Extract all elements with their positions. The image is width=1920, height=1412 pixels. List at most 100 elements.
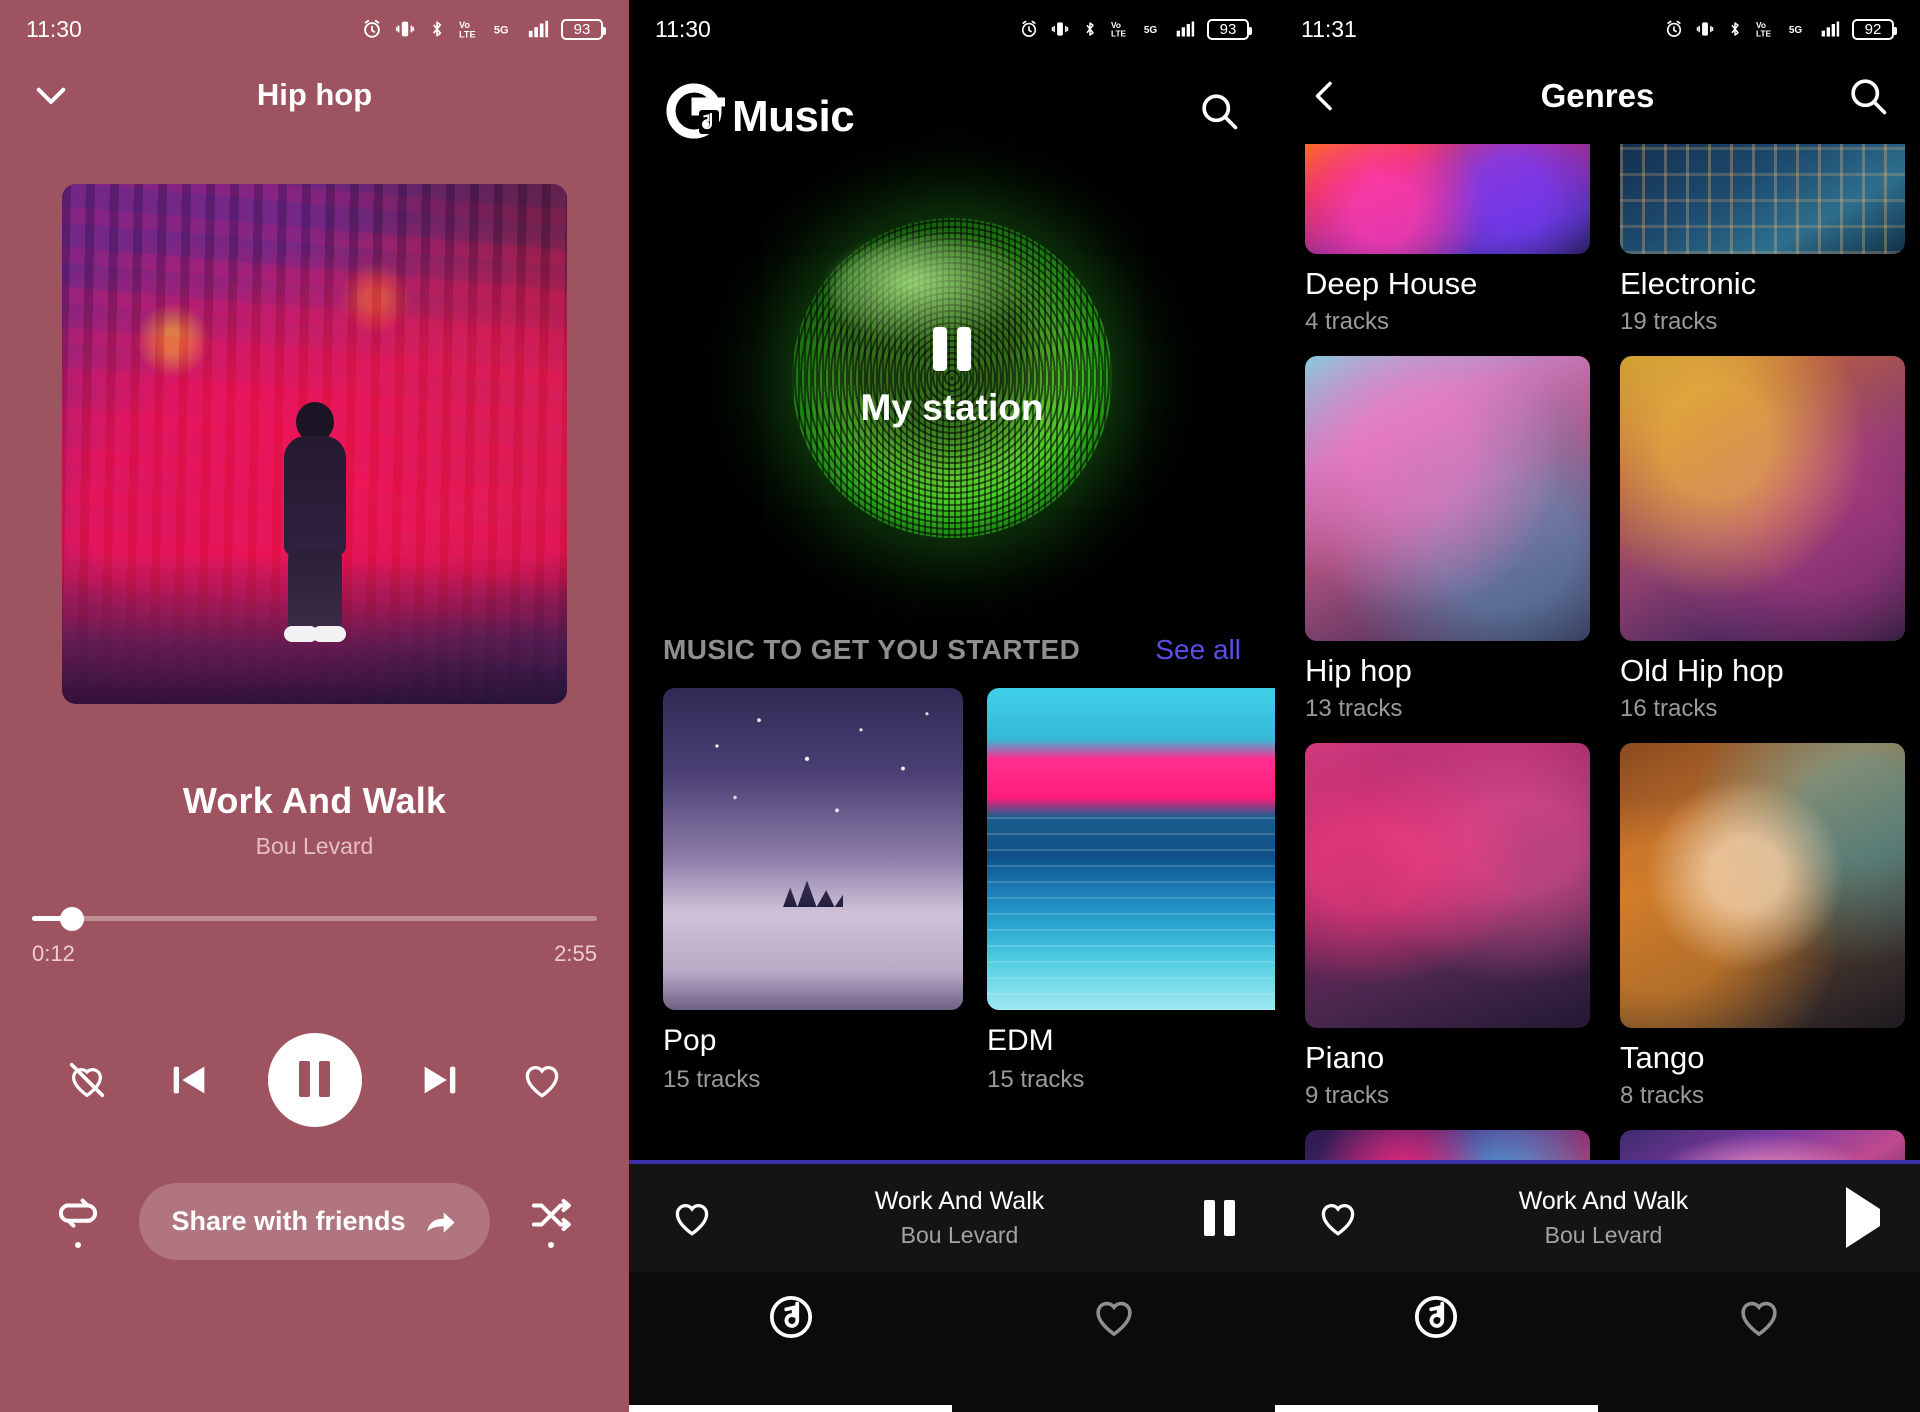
genre-card-subtitle: 13 tracks bbox=[1305, 695, 1403, 722]
pause-icon[interactable] bbox=[629, 327, 1275, 371]
album-art-figure bbox=[276, 402, 354, 652]
alarm-icon bbox=[1664, 19, 1684, 39]
nav-item-favorites[interactable] bbox=[952, 1292, 1275, 1342]
genre-card-subtitle: 9 tracks bbox=[1305, 1082, 1390, 1109]
total-time: 2:55 bbox=[554, 941, 597, 966]
share-button[interactable]: Share with friends bbox=[139, 1183, 490, 1260]
nav-item-favorites[interactable] bbox=[1598, 1292, 1920, 1342]
seek-bar-handle[interactable] bbox=[59, 906, 84, 931]
share-button-label: Share with friends bbox=[171, 1206, 406, 1236]
g-music-logo-icon bbox=[663, 80, 725, 142]
svg-text:5G: 5G bbox=[1144, 25, 1158, 36]
heart-outline-icon bbox=[519, 1057, 565, 1103]
my-station-card[interactable]: My station bbox=[629, 148, 1275, 608]
now-playing-screen: 11:30 Vo LTE 5G 93 Hip hop Work And Walk… bbox=[0, 0, 629, 1412]
pause-icon bbox=[299, 1060, 330, 1100]
status-clock: 11:30 bbox=[26, 15, 82, 42]
genre-card-subtitle: 4 tracks bbox=[1305, 308, 1390, 335]
playlist-card-artwork bbox=[987, 688, 1275, 1010]
play-icon[interactable] bbox=[1846, 1187, 1880, 1248]
nav-item-library[interactable] bbox=[629, 1292, 952, 1342]
like-button[interactable] bbox=[519, 1057, 565, 1103]
signal-5g-icon: 5G bbox=[1788, 19, 1808, 39]
skip-previous-icon bbox=[166, 1057, 212, 1103]
genre-card-title: Tango bbox=[1620, 1040, 1705, 1075]
svg-text:5G: 5G bbox=[494, 25, 509, 37]
genres-screen: 11:31 Vo LTE 5G 92 Genres Deep House 4 t… bbox=[1275, 0, 1920, 1412]
alarm-icon bbox=[1019, 19, 1039, 39]
album-art-image bbox=[62, 184, 567, 704]
search-icon[interactable] bbox=[1197, 89, 1241, 133]
genre-card[interactable]: Hip hop 13 tracks bbox=[1305, 356, 1590, 723]
next-button[interactable] bbox=[417, 1057, 463, 1103]
nav-item-library[interactable] bbox=[1275, 1292, 1598, 1342]
genre-card-artwork bbox=[1620, 144, 1905, 254]
playlist-card-title: EDM bbox=[987, 1024, 1054, 1057]
genre-card[interactable]: Tango 8 tracks bbox=[1620, 743, 1905, 1110]
started-cards-row: Pop 15 tracks EDM 15 tracks bbox=[629, 688, 1275, 1094]
bluetooth-icon bbox=[427, 18, 447, 40]
chevron-down-icon[interactable] bbox=[30, 74, 72, 116]
volte-icon: Vo LTE bbox=[458, 18, 482, 40]
battery-indicator: 93 bbox=[561, 18, 606, 40]
genre-card[interactable]: Electronic 19 tracks bbox=[1620, 144, 1905, 336]
repeat-button[interactable] bbox=[55, 1196, 101, 1248]
see-all-link[interactable]: See all bbox=[1155, 634, 1241, 666]
mini-player-title: Work And Walk bbox=[1518, 1187, 1689, 1215]
genre-card-artwork bbox=[1305, 743, 1590, 1028]
nav-active-indicator bbox=[629, 1405, 952, 1412]
nav-active-indicator bbox=[1275, 1405, 1598, 1412]
signal-bars-icon bbox=[526, 18, 550, 40]
brand-name: Music bbox=[732, 92, 855, 141]
svg-text:LTE: LTE bbox=[1756, 29, 1772, 39]
playlist-card-artwork bbox=[663, 688, 963, 1010]
mini-player-meta: Work And Walk Bou Levard bbox=[1361, 1187, 1846, 1249]
shuffle-active-dot bbox=[548, 1241, 554, 1248]
playback-controls bbox=[0, 1033, 629, 1127]
share-arrow-icon bbox=[424, 1207, 458, 1237]
album-art-container bbox=[0, 132, 629, 704]
genre-card[interactable]: Old Hip hop 16 tracks bbox=[1620, 356, 1905, 723]
music-note-circle-icon bbox=[1411, 1292, 1461, 1342]
heart-outline-icon bbox=[1089, 1292, 1139, 1342]
seek-bar[interactable] bbox=[32, 906, 597, 931]
vibrate-icon bbox=[1695, 19, 1715, 39]
signal-bars-icon bbox=[1174, 19, 1196, 39]
pause-icon[interactable] bbox=[1204, 1200, 1235, 1236]
battery-indicator: 93 bbox=[1207, 18, 1252, 40]
track-artist: Bou Levard bbox=[255, 833, 374, 859]
station-label: My station bbox=[860, 387, 1044, 428]
status-bar: 11:30 Vo LTE 5G 93 bbox=[0, 0, 629, 58]
dislike-button[interactable] bbox=[64, 1057, 110, 1103]
heart-outline-icon[interactable] bbox=[1315, 1195, 1361, 1241]
station-center: My station bbox=[629, 327, 1275, 429]
pause-button[interactable] bbox=[267, 1033, 362, 1127]
repeat-one-icon bbox=[55, 1196, 101, 1234]
page-title: Genres bbox=[1540, 77, 1655, 114]
playlist-card-subtitle: 15 tracks bbox=[663, 1066, 761, 1093]
heart-outline-icon[interactable] bbox=[669, 1195, 715, 1241]
playlist-card[interactable]: EDM 15 tracks bbox=[987, 688, 1275, 1094]
alarm-icon bbox=[361, 18, 383, 40]
shuffle-button[interactable] bbox=[528, 1196, 574, 1248]
track-title: Work And Walk bbox=[182, 780, 447, 821]
genre-card-subtitle: 8 tracks bbox=[1620, 1082, 1705, 1109]
bottom-navigation bbox=[1275, 1272, 1920, 1412]
home-header: Music bbox=[629, 58, 1275, 142]
mini-player-artist: Bou Levard bbox=[1544, 1222, 1663, 1248]
bottom-navigation bbox=[629, 1272, 1275, 1412]
mini-player[interactable]: Work And Walk Bou Levard bbox=[629, 1160, 1275, 1272]
brand-logo: Music bbox=[663, 80, 855, 142]
genre-card[interactable]: Deep House 4 tracks bbox=[1305, 144, 1590, 336]
three-panel-screenshot: 11:30 Vo LTE 5G 93 Hip hop Work And Walk… bbox=[0, 0, 1920, 1412]
mini-player[interactable]: Work And Walk Bou Levard bbox=[1275, 1160, 1920, 1272]
playlist-card[interactable]: Pop 15 tracks bbox=[663, 688, 963, 1094]
genre-card[interactable]: Piano 9 tracks bbox=[1305, 743, 1590, 1110]
bluetooth-icon bbox=[1726, 19, 1744, 39]
section-title: MUSIC TO GET YOU STARTED bbox=[663, 634, 1081, 665]
previous-button[interactable] bbox=[166, 1057, 212, 1103]
signal-5g-icon: 5G bbox=[1143, 19, 1163, 39]
genres-top-bar: Genres bbox=[1275, 58, 1920, 134]
mini-player-title: Work And Walk bbox=[874, 1187, 1045, 1215]
status-clock: 11:31 bbox=[1301, 15, 1357, 42]
